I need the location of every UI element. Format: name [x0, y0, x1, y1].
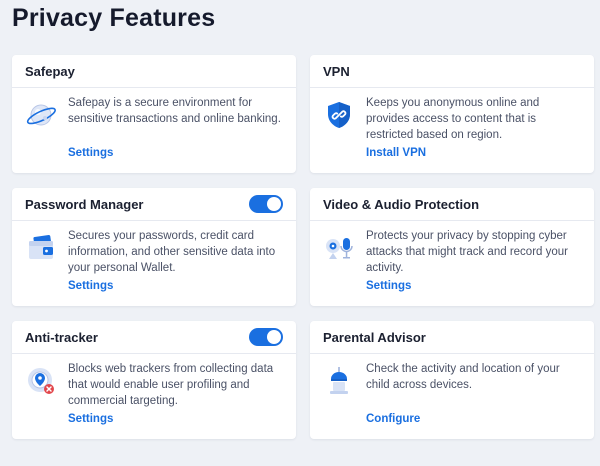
card-parental-advisor: Parental Advisor Check the activity and …: [310, 321, 594, 439]
card-title: Parental Advisor: [323, 330, 426, 345]
tracker-block-icon: [25, 365, 57, 397]
card-description: Check the activity and location of your …: [366, 363, 560, 391]
install-vpn-link[interactable]: Install VPN: [366, 147, 426, 159]
webcam-microphone-icon: [323, 232, 355, 264]
globe-planet-icon: [25, 99, 57, 131]
card-header: Password Manager: [12, 188, 296, 221]
card-title: Safepay: [25, 64, 75, 79]
password-manager-toggle[interactable]: [249, 195, 283, 213]
card-title: VPN: [323, 64, 350, 79]
card-header: VPN: [310, 55, 594, 88]
card-header: Parental Advisor: [310, 321, 594, 354]
page-title: Privacy Features: [12, 4, 216, 32]
privacy-features-page: Privacy Features Safepay Safepay is a se…: [0, 0, 600, 466]
parental-advisor-configure-link[interactable]: Configure: [366, 413, 420, 425]
card-vpn: VPN Keeps you anonymous online and provi…: [310, 55, 594, 173]
card-title: Password Manager: [25, 197, 144, 212]
card-description: Keeps you anonymous online and provides …: [366, 97, 540, 141]
card-safepay: Safepay Safepay is a secure environment …: [12, 55, 296, 173]
card-anti-tracker: Anti-tracker Blocks web trackers from co…: [12, 321, 296, 439]
card-description: Safepay is a secure environment for sens…: [68, 97, 281, 125]
card-title: Anti-tracker: [25, 330, 98, 345]
card-header: Anti-tracker: [12, 321, 296, 354]
card-video-audio-protection: Video & Audio Protection Protects your p…: [310, 188, 594, 306]
password-manager-settings-link[interactable]: Settings: [68, 280, 113, 292]
card-title: Video & Audio Protection: [323, 197, 480, 212]
shield-link-icon: [323, 99, 355, 131]
anti-tracker-settings-link[interactable]: Settings: [68, 413, 113, 425]
card-header: Video & Audio Protection: [310, 188, 594, 221]
card-password-manager: Password Manager Secures your passwords,…: [12, 188, 296, 306]
video-audio-settings-link[interactable]: Settings: [366, 280, 411, 292]
wallet-icon: [25, 232, 57, 264]
card-description: Protects your privacy by stopping cyber …: [366, 230, 568, 274]
card-header: Safepay: [12, 55, 296, 88]
anti-tracker-toggle[interactable]: [249, 328, 283, 346]
card-description: Secures your passwords, credit card info…: [68, 230, 276, 274]
child-lamp-icon: [323, 365, 355, 397]
safepay-settings-link[interactable]: Settings: [68, 147, 113, 159]
card-description: Blocks web trackers from collecting data…: [68, 363, 274, 407]
